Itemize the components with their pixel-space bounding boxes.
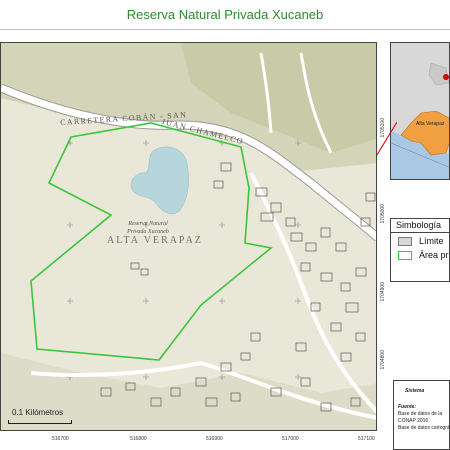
- legend-title: Simbología: [396, 220, 442, 230]
- green-outline-swatch-icon: [398, 251, 412, 260]
- inset-map[interactable]: [390, 42, 450, 180]
- tick-right-4: 1704800: [380, 350, 386, 370]
- info-source-line-3: Base de datos cartográ: [398, 425, 450, 431]
- tick-right-2: 1705000: [380, 204, 386, 224]
- info-source-line-2: CONAP 2016: [398, 418, 429, 424]
- region-label: ALTA VERAPAZ: [107, 235, 203, 246]
- gray-fill-swatch-icon: [398, 237, 412, 246]
- legend-item-area: Área pr: [419, 250, 449, 260]
- inset-connector: [377, 121, 397, 156]
- info-heading: Sistema: [405, 388, 425, 394]
- tick-bottom-4: 517000: [282, 436, 299, 442]
- tick-bottom-1: 516700: [52, 436, 69, 442]
- map-title: Reserva Natural Privada Xucaneb: [126, 7, 324, 22]
- legend-divider: [390, 232, 450, 233]
- scale-bar: [8, 420, 72, 424]
- info-source-line-1: Base de datos de la: [398, 411, 443, 417]
- scale-label: 0.1 Kilómetros: [12, 408, 64, 417]
- inset-label: Alta Verapaz: [416, 121, 445, 127]
- info-source-label: Fuente:: [398, 404, 417, 410]
- tick-bottom-2: 516800: [130, 436, 147, 442]
- inset-location-marker: [443, 74, 449, 80]
- reserve-label: Reserva Natural Privada Xucaneb: [127, 221, 169, 235]
- tick-right-3: 1704900: [380, 282, 386, 302]
- legend-item-limite: Límite: [419, 236, 444, 246]
- tick-bottom-3: 516900: [206, 436, 223, 442]
- title-divider: [0, 29, 450, 30]
- tick-bottom-5: 517100: [358, 436, 375, 442]
